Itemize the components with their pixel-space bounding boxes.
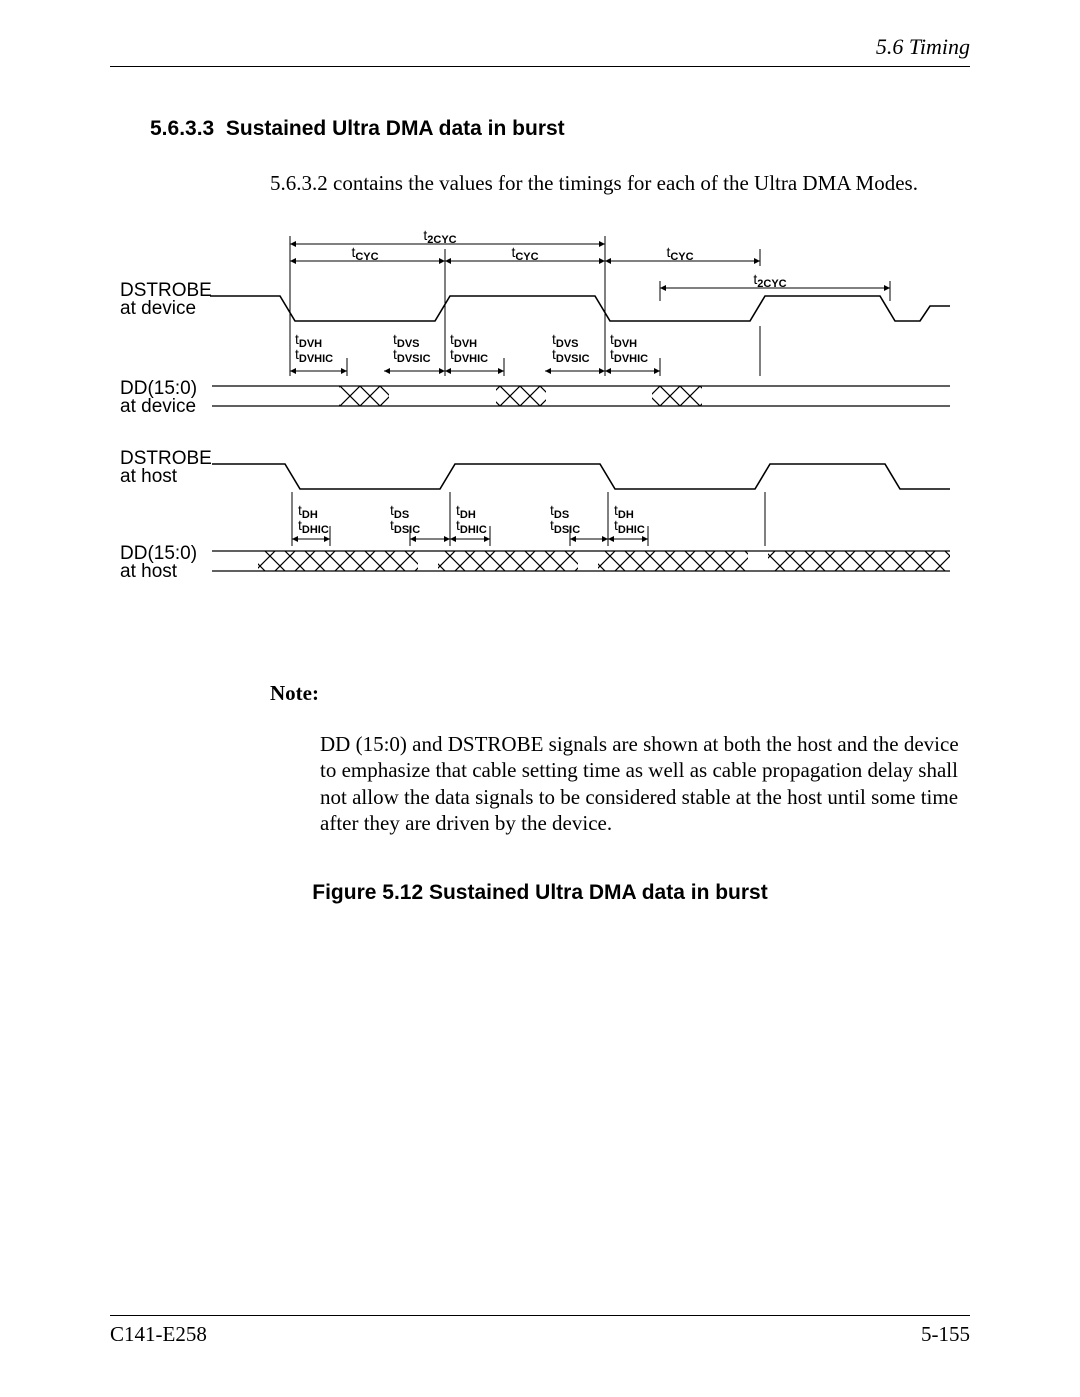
svg-text:t2CYC: t2CYC — [423, 227, 456, 246]
note-body: DD (15:0) and DSTROBE signals are shown … — [320, 731, 960, 836]
footer-rule — [110, 1315, 970, 1316]
svg-text:tCYC: tCYC — [666, 244, 693, 263]
svg-text:t2CYC: t2CYC — [753, 271, 786, 290]
svg-text:tDVS: tDVS — [393, 331, 420, 350]
svg-text:tCYC: tCYC — [511, 244, 538, 263]
svg-text:tDVH: tDVH — [610, 331, 637, 350]
intro-paragraph: 5.6.3.2 contains the values for the timi… — [270, 171, 970, 196]
section-number: 5.6.3.3 — [150, 117, 214, 140]
svg-text:at host: at host — [120, 466, 178, 487]
section-heading: 5.6.3.3 Sustained Ultra DMA data in burs… — [150, 117, 970, 141]
page-footer: C141-E258 5-155 — [110, 1307, 970, 1347]
footer-page-number: 5-155 — [921, 1322, 970, 1347]
svg-text:tDVH: tDVH — [295, 331, 322, 350]
header-rule — [110, 66, 970, 67]
timing-diagram: t2CYC tCYC tCYC tCYC t2CYC DSTROBE at de… — [120, 226, 970, 631]
footer-doc-id: C141-E258 — [110, 1322, 207, 1347]
svg-text:tDVS: tDVS — [552, 331, 579, 350]
note-label: Note: — [270, 681, 970, 706]
running-head: 5.6 Timing — [110, 34, 970, 60]
svg-text:at device: at device — [120, 396, 196, 417]
svg-text:at host: at host — [120, 561, 178, 582]
figure-caption: Figure 5.12 Sustained Ultra DMA data in … — [110, 881, 970, 905]
section-title: Sustained Ultra DMA data in burst — [226, 117, 565, 140]
svg-text:at device: at device — [120, 298, 196, 319]
svg-text:tCYC: tCYC — [351, 244, 378, 263]
svg-text:tDVH: tDVH — [450, 331, 477, 350]
